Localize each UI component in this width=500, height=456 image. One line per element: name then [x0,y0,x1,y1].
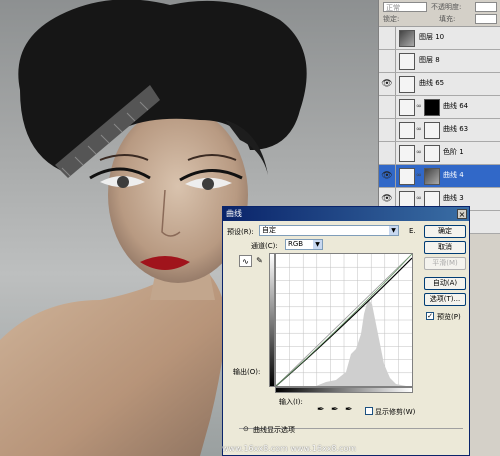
white-eyedropper-icon[interactable]: ✒ [345,405,353,415]
preset-value: 自定 [262,226,276,234]
layer-name: 图层 10 [419,33,445,41]
eye-icon[interactable]: 👁 [381,78,393,90]
layer-mask-thumbnail[interactable] [424,168,440,185]
options-button[interactable]: 选项(T)... [424,293,466,306]
opacity-label: 不透明度: [431,3,462,11]
gray-eyedropper-icon[interactable]: ✒ [331,405,339,415]
preview-checkbox[interactable]: ✓ [426,312,434,320]
layer-name: 图层 8 [419,56,440,64]
link-icon[interactable]: ∞ [416,148,422,156]
layer-thumbnail [399,53,415,70]
layer-thumbnail [399,99,415,116]
output-label: 输出(O): [233,368,261,376]
black-eyedropper-icon[interactable]: ✒ [317,405,325,415]
link-icon[interactable]: ∞ [416,125,422,133]
curve-point-tool-icon[interactable]: ∿ [239,255,252,267]
visibility-divider [395,119,396,141]
layer-row[interactable]: ∞ 曲线 63 [379,119,500,142]
preset-select[interactable]: 自定 ▼ [259,225,399,236]
eye-icon[interactable] [381,147,393,159]
layer-row[interactable]: 图层 8 [379,50,500,73]
output-gradient-bar [269,253,275,387]
curve-graph-svg [276,254,412,386]
link-icon[interactable]: ∞ [416,102,422,110]
ok-button[interactable]: 确定 [424,225,466,238]
layer-row[interactable]: 👁 曲线 65 [379,73,500,96]
preset-label: 预设(R): [227,228,254,236]
channel-label: 通道(C): [251,242,278,250]
curve-display-options-label[interactable]: 曲线显示选项 [253,425,295,435]
layer-name: 色阶 1 [443,148,464,156]
visibility-divider [395,165,396,187]
eye-icon[interactable] [381,101,393,113]
curves-dialog: 曲线 × 预设(R): 自定 ▼ E. 通道(C): RGB ▼ ∿ ✎ 输出(… [222,206,470,456]
layer-mask-thumbnail[interactable] [424,122,440,139]
eye-icon[interactable]: 👁 [381,170,393,182]
curve-graph[interactable] [275,253,413,387]
watermark: www.16xx8.com www.16xx8.com [222,444,357,453]
close-button[interactable]: × [457,209,467,219]
layer-row[interactable]: ∞ 曲线 64 [379,96,500,119]
layer-row[interactable]: 👁 ∞ 曲线 4 [379,165,500,188]
layer-row[interactable]: 图层 10 [379,27,500,50]
layer-name: 曲线 4 [443,171,464,179]
opacity-field[interactable] [475,2,497,12]
chevron-down-icon: ▼ [389,226,398,235]
expand-toggle-icon[interactable]: ⊙ [243,425,249,433]
layer-thumbnail [399,30,415,47]
layers-panel-toolbar: 正常 不透明度: 锁定: 填充: [379,0,500,27]
pencil-tool-icon[interactable]: ✎ [253,255,266,267]
layer-thumbnail [399,76,415,93]
visibility-divider [395,27,396,49]
visibility-divider [395,73,396,95]
input-gradient-bar [275,387,413,393]
eye-icon[interactable] [381,124,393,136]
visibility-divider [395,50,396,72]
layer-list: 图层 10 图层 8 👁 曲线 65 ∞ 曲线 64 ∞ 曲线 63 ∞ 色阶 1 👁 ∞ 曲线 4 👁 ∞… [379,27,500,234]
layer-name: 曲线 65 [419,79,445,87]
layer-name: 曲线 64 [443,102,469,110]
show-clipping-checkbox[interactable] [365,407,373,415]
layer-mask-thumbnail[interactable] [424,145,440,162]
cancel-button[interactable]: 取消 [424,241,466,254]
layer-thumbnail [399,168,415,185]
chevron-down-icon: ▼ [313,240,322,249]
layer-thumbnail [399,145,415,162]
eye-icon[interactable] [381,55,393,67]
eye-icon[interactable]: 👁 [381,193,393,205]
layer-name: 曲线 3 [443,194,464,202]
visibility-divider [395,142,396,164]
link-icon[interactable]: ∞ [416,171,422,179]
lock-label: 锁定: [383,15,400,23]
layer-name: 曲线 63 [443,125,469,133]
link-icon[interactable]: ∞ [416,194,422,202]
preview-label: 预览(P) [437,313,461,321]
dialog-title: 曲线 [226,209,242,218]
dialog-titlebar[interactable]: 曲线 × [223,207,469,221]
layer-row[interactable]: ∞ 色阶 1 [379,142,500,165]
eye-icon[interactable] [381,32,393,44]
show-clipping-label: 显示修剪(W) [375,408,416,416]
fill-label: 填充: [439,15,456,23]
channel-value: RGB [288,240,304,248]
channel-select[interactable]: RGB ▼ [285,239,323,250]
layer-mask-thumbnail[interactable] [424,99,440,116]
smooth-button[interactable]: 平滑(M) [424,257,466,270]
fill-field[interactable] [475,14,497,24]
preset-options-icon[interactable]: E. [409,227,416,235]
auto-button[interactable]: 自动(A) [424,277,466,290]
layer-thumbnail [399,122,415,139]
visibility-divider [395,96,396,118]
blend-mode-select[interactable]: 正常 [383,2,427,12]
input-label: 输入(I): [279,398,303,406]
